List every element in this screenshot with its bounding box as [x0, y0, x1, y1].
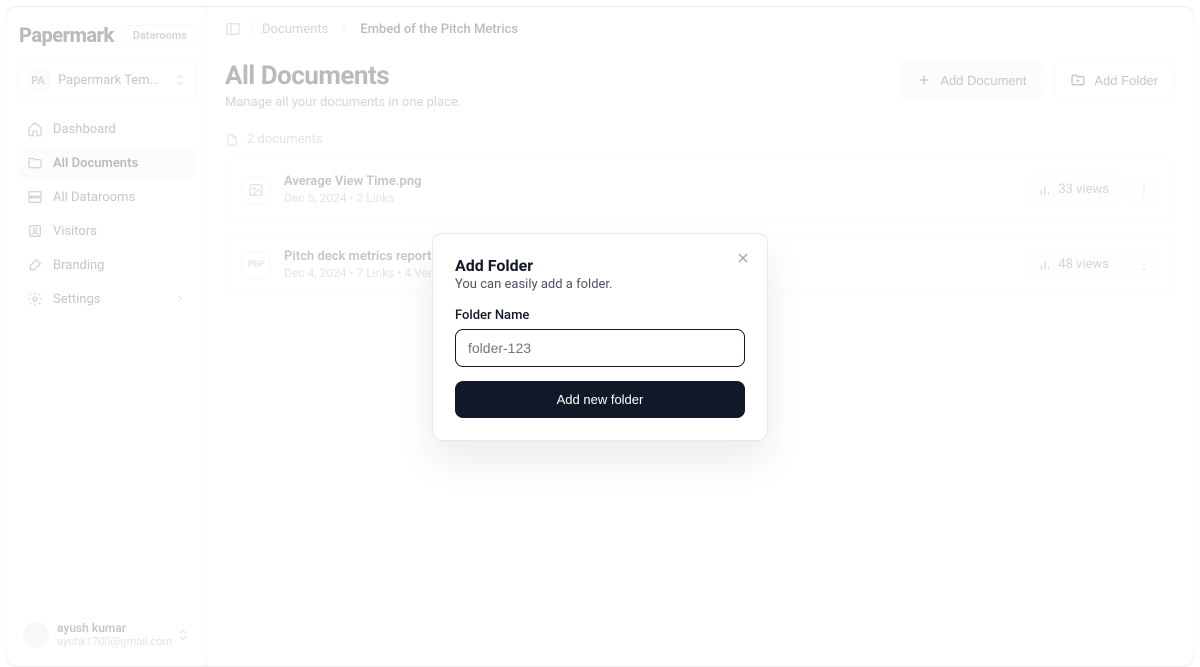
- modal-description: You can easily add a folder.: [455, 277, 745, 292]
- folder-name-label: Folder Name: [455, 308, 745, 323]
- folder-name-input[interactable]: [455, 329, 745, 367]
- close-button[interactable]: [735, 250, 751, 266]
- modal-overlay[interactable]: Add Folder You can easily add a folder. …: [6, 12, 1194, 661]
- modal-title: Add Folder: [455, 256, 745, 275]
- add-folder-modal: Add Folder You can easily add a folder. …: [432, 233, 768, 441]
- add-new-folder-button[interactable]: Add new folder: [455, 381, 745, 418]
